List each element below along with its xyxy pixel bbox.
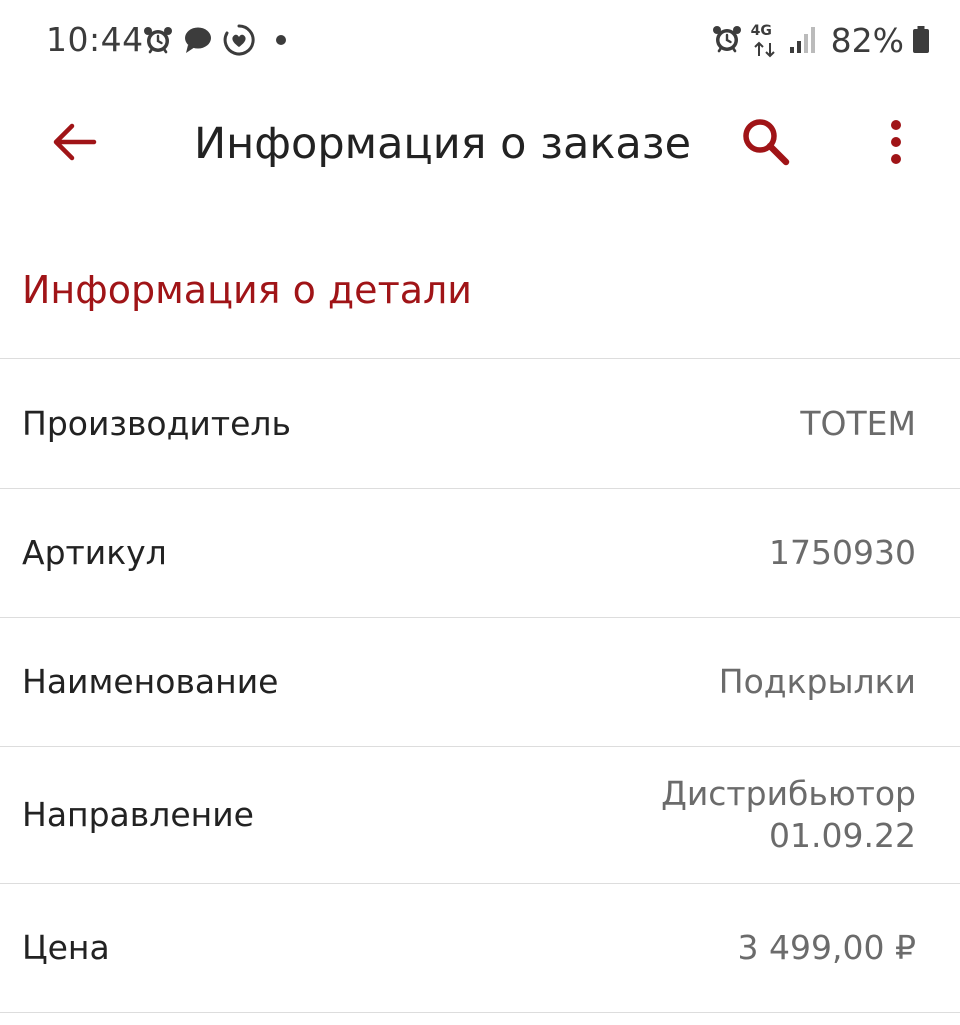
arrow-left-icon [50,121,98,167]
detail-label: Направление [22,795,254,834]
detail-row-direction: Направление Дистрибьютор 01.09.22 [0,747,960,883]
detail-value: 1750930 [769,533,916,572]
status-time: 10:44 [46,20,144,59]
detail-row-price: Цена 3 499,00 ₽ [0,884,960,1012]
detail-value: Подкрылки [718,662,916,701]
battery-percent: 82% [830,21,904,60]
detail-value-line: Дистрибьютор [661,774,916,813]
detail-value: TOTEM [800,403,916,443]
order-info-screen: 10:44 4G 82% Информация о заказе Информа… [0,0,960,1025]
detail-label: Производитель [22,403,291,443]
more-options-button[interactable] [860,110,932,178]
detail-label: Артикул [22,533,167,572]
section-title: Информация о детали [22,268,472,312]
chat-bubble-icon [182,24,214,60]
status-right-icons: 4G 82% [711,20,930,62]
status-left-icons [142,22,294,62]
back-button[interactable] [36,110,112,178]
search-button[interactable] [728,110,804,178]
alarm-icon [142,24,174,60]
more-vert-icon [888,118,904,170]
detail-value: 3 499,00 ₽ [737,928,916,967]
dot-icon [264,24,294,60]
alarm-icon [711,23,743,59]
detail-label: Цена [22,928,110,967]
detail-value-line: 01.09.22 [769,816,916,855]
battery-icon [912,23,930,59]
detail-row-name: Наименование Подкрылки [0,618,960,746]
health-heart-icon [222,23,256,61]
network-4g-icon: 4G [751,23,781,59]
app-bar: Информация о заказе [0,88,960,200]
part-details-list: Производитель TOTEM Артикул 1750930 Наим… [0,358,960,1013]
signal-icon [789,23,817,59]
divider [0,1012,960,1013]
detail-value: Дистрибьютор 01.09.22 [661,773,916,857]
page-title: Информация о заказе [194,119,692,169]
detail-row-manufacturer: Производитель TOTEM [0,359,960,488]
detail-row-article: Артикул 1750930 [0,489,960,617]
detail-label: Наименование [22,662,279,701]
status-bar: 10:44 4G 82% [0,0,960,82]
search-icon [740,116,792,172]
